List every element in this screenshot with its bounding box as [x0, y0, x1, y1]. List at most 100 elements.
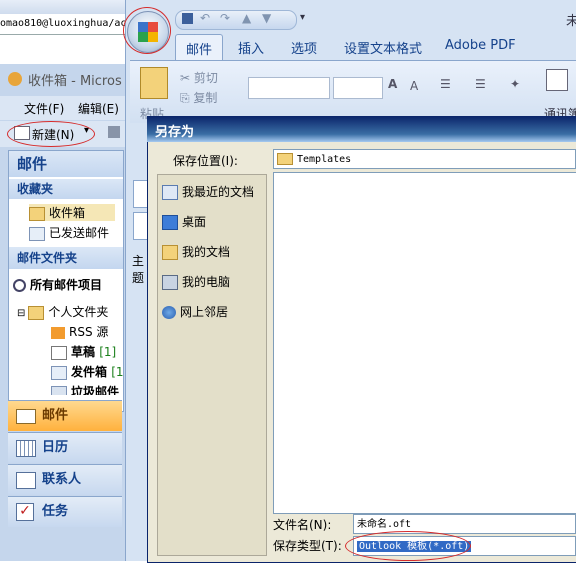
place-network[interactable]: 网上邻居 [162, 303, 228, 320]
folder-outbox[interactable]: 发件箱 [1 [51, 363, 124, 380]
contacts-icon [16, 472, 36, 489]
folder-junk[interactable]: 垃圾邮件 [51, 383, 119, 395]
sent-mail-icon [29, 226, 45, 241]
tab-mail[interactable]: 邮件 [175, 34, 223, 60]
paste-icon[interactable] [140, 67, 168, 99]
subject-label: 主题 [132, 254, 145, 285]
nav-header-mail: 邮件 [9, 151, 123, 177]
dialog-title: 另存为 [155, 125, 195, 140]
place-recent-docs[interactable]: 我最近的文档 [162, 183, 254, 200]
desktop-icon [162, 215, 178, 230]
folder-outbox-count: [1 [111, 365, 124, 379]
folder-personal[interactable]: ⊟ 个人文件夹 [17, 303, 108, 320]
my-computer-icon [162, 275, 178, 290]
folder-rss-label: RSS 源 [69, 325, 109, 339]
shrink-font-icon[interactable]: A [410, 79, 418, 93]
down-arrow-icon[interactable]: ▼ [262, 11, 271, 25]
folder-rss[interactable]: RSS 源 [51, 323, 108, 340]
folder-drafts-count: [1] [99, 345, 117, 359]
collapse-icon[interactable]: ⊟ [17, 308, 25, 319]
save-in-value: Templates [297, 154, 352, 165]
all-mail-items[interactable]: 所有邮件项目 [13, 276, 102, 293]
inbox-icon [29, 206, 45, 221]
print-icon[interactable] [108, 126, 120, 138]
outlook-menubar: 文件(F) 编辑(E) [0, 96, 130, 120]
place-network-label: 网上邻居 [180, 305, 229, 319]
calendar-icon [16, 440, 36, 457]
copy-label: 复制 [193, 91, 218, 105]
styles-icon[interactable]: ✦ [510, 77, 520, 91]
nav-button-contacts[interactable]: 联系人 [8, 464, 122, 495]
place-my-documents[interactable]: 我的文档 [162, 243, 230, 260]
folder-junk-label: 垃圾邮件 [71, 385, 120, 395]
place-my-documents-label: 我的文档 [182, 245, 231, 259]
tab-insert[interactable]: 插入 [238, 38, 264, 57]
junk-icon [51, 385, 67, 395]
compose-title: 未 [566, 14, 576, 29]
font-size-box[interactable] [333, 77, 383, 99]
outbox-icon [51, 365, 67, 380]
tab-options[interactable]: 选项 [291, 38, 317, 57]
save-in-label: 保存位置(I): [173, 154, 238, 168]
folder-personal-label: 个人文件夹 [48, 305, 109, 319]
bullets-icon[interactable]: ☰ [440, 77, 451, 91]
qat-customize-icon[interactable]: ▾ [300, 12, 305, 23]
place-desktop[interactable]: 桌面 [162, 213, 206, 230]
tasks-icon: ✓ [16, 503, 34, 521]
filename-label: 文件名(N): [273, 518, 332, 532]
ribbon-tabs: 邮件 插入 选项 设置文本格式 Adobe PDF [175, 34, 576, 60]
save-icon[interactable] [182, 13, 193, 24]
drafts-icon [51, 345, 67, 360]
place-my-computer[interactable]: 我的电脑 [162, 273, 230, 290]
folder-outbox-label: 发件箱 [71, 365, 108, 379]
place-desktop-label: 桌面 [182, 215, 207, 229]
all-mail-items-label: 所有邮件项目 [30, 278, 103, 292]
search-folder-icon [13, 279, 26, 292]
outlook-icon [8, 72, 22, 86]
rss-icon [51, 326, 65, 339]
navigation-pane: 邮件 收藏夹 收件箱 已发送邮件 邮件文件夹 所有邮件项目 ⊟ 个人文件夹 RSS… [8, 150, 124, 412]
favorites-header: 收藏夹 [9, 179, 123, 199]
favorite-sent[interactable]: 已发送邮件 [29, 224, 109, 241]
cut-button[interactable]: ✂ 剪切 [180, 69, 218, 86]
file-list[interactable] [273, 172, 576, 514]
highlight-ellipse-new [7, 121, 95, 147]
quick-access-toolbar: ↶ ↷ ▲ ▼ [175, 10, 297, 30]
nav-button-contacts-label: 联系人 [42, 472, 82, 487]
place-recent-docs-label: 我最近的文档 [182, 185, 255, 199]
up-arrow-icon[interactable]: ▲ [242, 11, 251, 25]
recent-docs-icon [162, 185, 178, 200]
undo-icon[interactable]: ↶ [200, 11, 210, 25]
ribbon: 粘贴 ✂ 剪切 ⎘ 复制 A A ☰ ☰ ✦ 通讯簿 [130, 60, 576, 123]
personal-folder-icon [28, 305, 45, 320]
places-bar: 我最近的文档 桌面 我的文档 我的电脑 网上邻居 [157, 174, 267, 556]
url-text: omao810@luoxinghua/ac [0, 18, 127, 29]
folder-drafts[interactable]: 草稿 [1] [51, 343, 116, 360]
numbering-icon[interactable]: ☰ [475, 77, 486, 91]
menu-file[interactable]: 文件(F) [24, 100, 64, 117]
menu-edit[interactable]: 编辑(E) [78, 100, 119, 117]
tab-adobe-pdf[interactable]: Adobe PDF [445, 38, 516, 53]
my-documents-icon [162, 245, 178, 260]
save-in-dropdown[interactable]: Templates [273, 149, 576, 169]
nav-button-tasks[interactable]: ✓ 任务 [8, 496, 122, 527]
favorite-inbox-label: 收件箱 [49, 206, 86, 220]
mail-folders-header: 邮件文件夹 [9, 247, 123, 269]
nav-button-tasks-label: 任务 [42, 504, 69, 519]
dialog-title-bar: 另存为 [147, 116, 576, 142]
tab-format-text[interactable]: 设置文本格式 [344, 38, 422, 57]
nav-button-calendar-label: 日历 [42, 440, 69, 455]
font-name-box[interactable] [248, 77, 330, 99]
nav-button-calendar[interactable]: 日历 [8, 432, 122, 463]
highlight-ellipse-office [123, 7, 171, 54]
nav-button-mail[interactable]: 邮件 [8, 400, 122, 431]
copy-button[interactable]: ⎘ 复制 [180, 89, 217, 106]
grow-font-icon[interactable]: A [388, 77, 397, 91]
address-book-icon[interactable] [546, 69, 568, 91]
redo-icon[interactable]: ↷ [220, 11, 230, 25]
browser-url-bar[interactable]: omao810@luoxinghua/ac [0, 14, 130, 35]
nav-button-mail-label: 邮件 [42, 408, 69, 423]
favorite-inbox[interactable]: 收件箱 [29, 204, 116, 221]
highlight-ellipse-filetype [345, 531, 471, 561]
cut-label: 剪切 [193, 71, 218, 85]
